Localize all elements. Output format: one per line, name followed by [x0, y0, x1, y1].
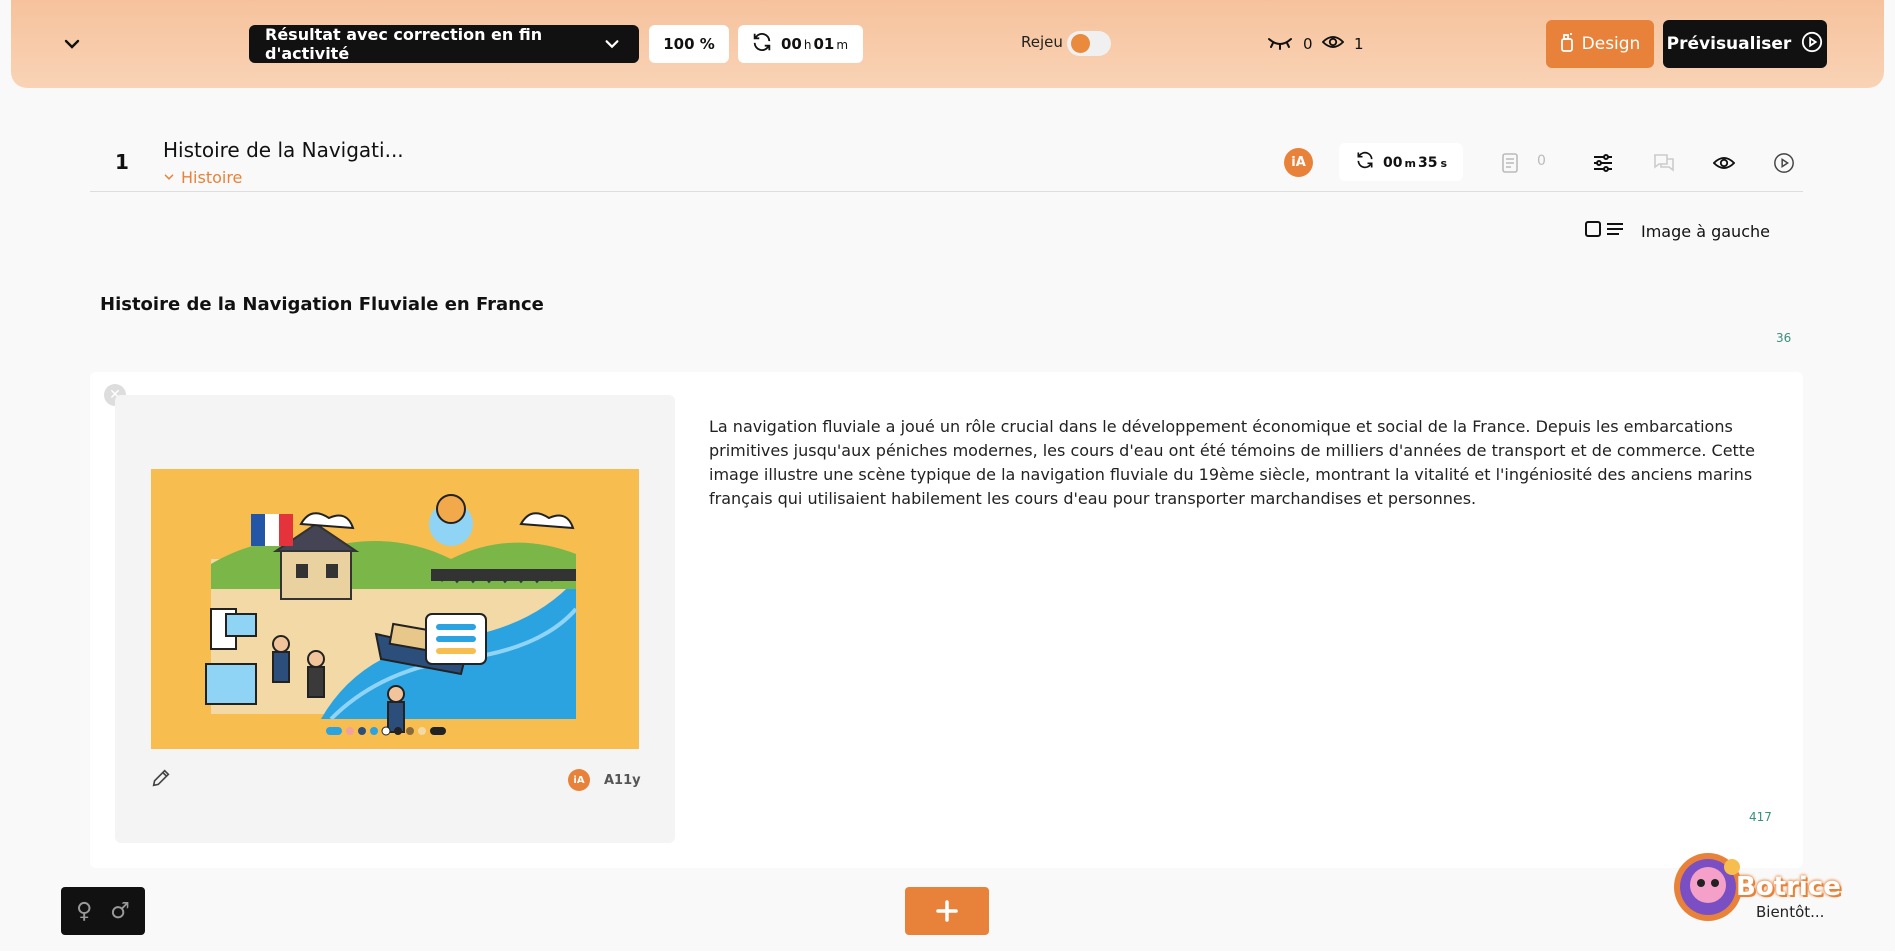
- edit-pencil-icon[interactable]: [150, 767, 172, 793]
- document-title[interactable]: Histoire de la Navigation Fluviale en Fr…: [100, 294, 544, 315]
- document-icon[interactable]: [1497, 150, 1523, 176]
- design-button[interactable]: Design: [1546, 20, 1654, 68]
- layout-option-selector[interactable]: Image à gauche: [1585, 220, 1770, 242]
- document-count: 0: [1537, 153, 1546, 169]
- visible-count: 1: [1321, 32, 1364, 56]
- eye-icon: [1321, 32, 1345, 56]
- correction-mode-value: Résultat avec correction en fin d'activi…: [265, 25, 543, 63]
- hidden-count-value: 0: [1303, 35, 1313, 53]
- chevron-down-icon: [603, 35, 621, 57]
- gender-toggle[interactable]: ♀ ♂: [61, 887, 145, 935]
- success-threshold-input[interactable]: 100 %: [649, 25, 729, 63]
- add-slide-button[interactable]: [905, 887, 989, 935]
- preview-button[interactable]: Prévisualiser: [1663, 20, 1827, 68]
- slide-minutes: 00: [1383, 155, 1403, 171]
- sliders-icon[interactable]: [1590, 150, 1616, 176]
- refresh-icon: [751, 31, 773, 57]
- replay-label: Rejeu: [1021, 33, 1063, 51]
- comments-icon[interactable]: [1651, 150, 1677, 176]
- male-icon[interactable]: ♂: [110, 899, 130, 924]
- ai-generate-button[interactable]: iA: [1284, 148, 1313, 177]
- image-left-layout-icon: [1585, 220, 1625, 242]
- preview-label: Prévisualiser: [1666, 34, 1792, 54]
- female-icon[interactable]: ♀: [76, 899, 92, 924]
- title-char-count: 36: [1776, 331, 1792, 345]
- eye-icon[interactable]: [1711, 150, 1737, 176]
- refresh-icon: [1355, 150, 1375, 174]
- correction-mode-select[interactable]: Résultat avec correction en fin d'activi…: [249, 25, 639, 63]
- assistant-status: Bientôt...: [1756, 903, 1825, 921]
- assistant-name: Botrice: [1736, 872, 1841, 902]
- hours-unit: h: [803, 38, 812, 52]
- category-label: Histoire: [181, 168, 243, 187]
- visible-count-value: 1: [1354, 35, 1364, 53]
- minutes-unit: m: [836, 38, 849, 52]
- paragraph-char-count: 417: [1749, 810, 1772, 824]
- slide-duration[interactable]: 00 m 35 s: [1339, 143, 1463, 181]
- design-label: Design: [1581, 34, 1641, 54]
- slide-category[interactable]: Histoire: [163, 168, 242, 187]
- play-circle-icon: [1801, 31, 1823, 58]
- play-circle-icon[interactable]: [1771, 150, 1797, 176]
- collapse-chevron-icon[interactable]: [62, 34, 82, 54]
- illustration-image[interactable]: [151, 469, 639, 749]
- plus-icon: [936, 900, 958, 922]
- duration-hours: 00: [780, 35, 802, 53]
- slide-title[interactable]: Histoire de la Navigati...: [163, 138, 404, 162]
- toggle-knob: [1071, 34, 1090, 53]
- slide-seconds: 35: [1417, 155, 1438, 171]
- a11y-button[interactable]: A11y: [604, 773, 641, 788]
- document-paragraph[interactable]: La navigation fluviale a joué un rôle cr…: [709, 415, 1771, 511]
- hidden-count: 0: [1267, 32, 1313, 56]
- seconds-unit: s: [1440, 157, 1447, 170]
- duration-minutes: 01: [813, 35, 835, 53]
- minutes-unit: m: [1404, 157, 1416, 170]
- spray-can-icon: [1560, 32, 1574, 57]
- accessibility-tools: iA A11y: [568, 769, 641, 791]
- eye-closed-icon: [1267, 32, 1293, 56]
- slide-number: 1: [115, 150, 129, 174]
- activity-duration[interactable]: 00 h 01 m: [738, 25, 863, 63]
- layout-option-label: Image à gauche: [1641, 221, 1770, 241]
- replay-toggle[interactable]: [1067, 31, 1111, 56]
- ai-alt-text-button[interactable]: iA: [568, 769, 590, 791]
- chevron-down-icon: [163, 168, 175, 187]
